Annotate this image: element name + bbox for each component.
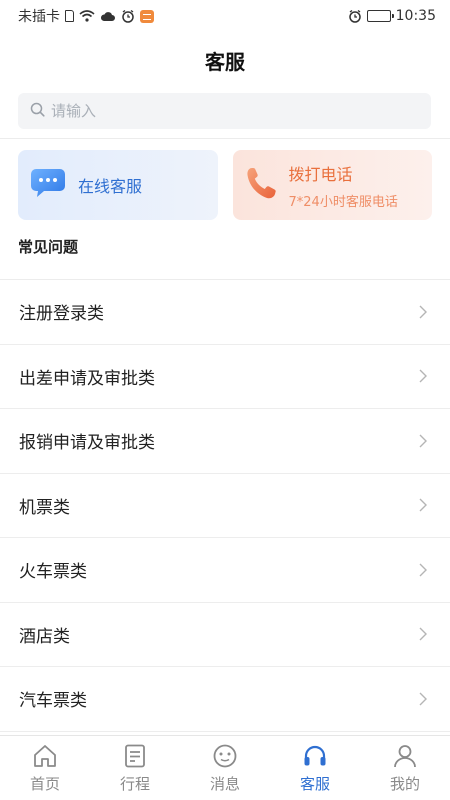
faq-item-label: 报销申请及审批类: [19, 433, 155, 454]
profile-icon: [392, 743, 418, 769]
faq-list: 注册登录类 出差申请及审批类 报销申请及审批类 机票类 火车票类 酒店类 汽车票…: [0, 280, 450, 732]
status-bar: 未插卡 10:35: [0, 0, 450, 32]
tab-itinerary[interactable]: 行程: [90, 736, 180, 800]
message-notification-icon: [140, 9, 154, 23]
message-icon: [212, 743, 238, 769]
search-input[interactable]: [51, 102, 411, 120]
call-service-title: 拨打电话: [288, 164, 353, 184]
faq-item-travel-approval[interactable]: 出差申请及审批类: [0, 345, 450, 409]
tab-label: 行程: [119, 775, 150, 793]
faq-item-label: 酒店类: [19, 626, 70, 647]
call-service-card[interactable]: 拨打电话 7*24小时客服电话: [232, 150, 432, 220]
call-service-text: 拨打电话 7*24小时客服电话: [289, 161, 398, 210]
chevron-right-icon: [418, 433, 428, 449]
clock-text: 10:35: [395, 8, 436, 24]
carrier-text: 未插卡: [18, 9, 60, 25]
call-service-subtitle: 7*24小时客服电话: [288, 194, 398, 210]
battery-icon: [366, 10, 394, 22]
cloud-icon: [100, 10, 116, 22]
faq-item-bus[interactable]: 汽车票类: [0, 667, 450, 732]
chevron-right-icon: [418, 691, 428, 707]
divider: [0, 138, 450, 139]
alarm-icon: [121, 9, 135, 23]
search-box[interactable]: [18, 93, 431, 129]
faq-item-flight[interactable]: 机票类: [0, 474, 450, 538]
sim-icon: [65, 10, 74, 22]
faq-item-hotel[interactable]: 酒店类: [0, 603, 450, 667]
chevron-right-icon: [418, 562, 428, 578]
service-cards: 在线客服 拨打电话 7*24小时客服电话: [18, 150, 432, 220]
home-icon: [32, 743, 58, 769]
tab-customer-service[interactable]: 客服: [270, 736, 360, 800]
faq-item-label: 机票类: [19, 497, 70, 518]
status-right: 10:35: [348, 8, 436, 24]
tab-home[interactable]: 首页: [0, 736, 90, 800]
phone-icon: [245, 166, 277, 204]
faq-item-train[interactable]: 火车票类: [0, 538, 450, 603]
wifi-icon: [79, 10, 95, 22]
tab-label: 我的: [389, 775, 420, 793]
faq-item-label: 火车票类: [19, 562, 87, 583]
itinerary-icon: [122, 743, 148, 769]
title-bar: 客服: [0, 38, 450, 82]
alarm-icon: [348, 9, 362, 23]
page-title: 客服: [205, 49, 245, 74]
faq-item-label: 注册登录类: [19, 304, 104, 325]
tab-profile[interactable]: 我的: [360, 736, 450, 800]
tab-label: 消息: [209, 775, 240, 793]
status-left: 未插卡: [18, 6, 154, 26]
chevron-right-icon: [418, 497, 428, 513]
tab-label: 客服: [299, 775, 330, 793]
search-icon: [30, 102, 45, 121]
chat-bubble-icon: [30, 166, 66, 204]
chevron-right-icon: [418, 626, 428, 642]
online-service-title: 在线客服: [78, 177, 143, 196]
online-service-card[interactable]: 在线客服: [18, 150, 218, 220]
faq-item-register-login[interactable]: 注册登录类: [0, 280, 450, 345]
faq-item-label: 出差申请及审批类: [19, 368, 155, 389]
bottom-tab-bar: 首页 行程 消息 客服 我的: [0, 735, 450, 800]
faq-header: 常见问题: [18, 238, 79, 256]
chevron-right-icon: [418, 368, 428, 384]
tab-messages[interactable]: 消息: [180, 736, 270, 800]
faq-item-reimbursement-approval[interactable]: 报销申请及审批类: [0, 409, 450, 474]
headset-icon: [302, 743, 328, 769]
online-service-text: 在线客服: [78, 173, 142, 197]
faq-item-label: 汽车票类: [19, 691, 87, 712]
tab-label: 首页: [29, 775, 60, 793]
chevron-right-icon: [418, 304, 428, 320]
